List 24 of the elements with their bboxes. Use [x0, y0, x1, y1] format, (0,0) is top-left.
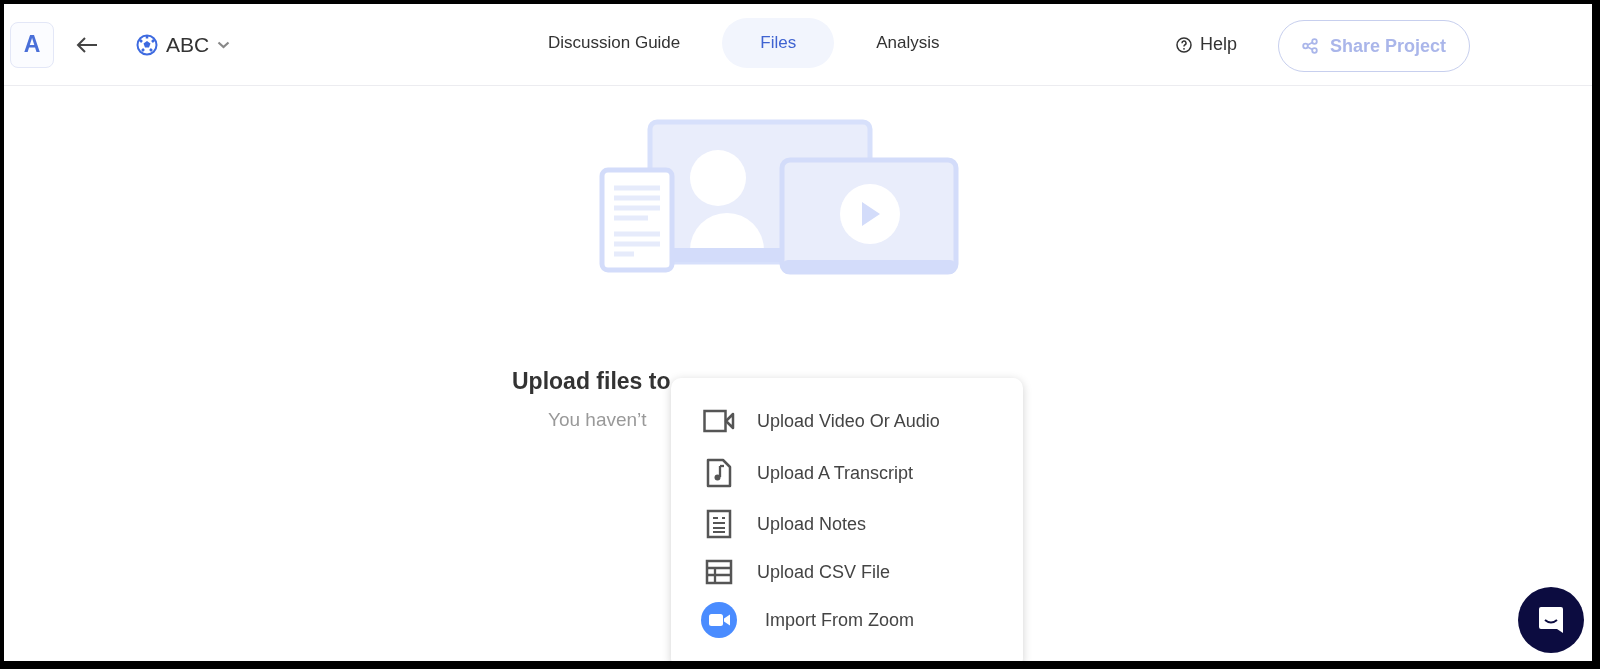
tab[interactable]: Files: [722, 18, 835, 68]
share-icon: [1301, 38, 1318, 54]
table-icon: [705, 559, 733, 585]
tab[interactable]: Analysis: [856, 18, 960, 68]
empty-state-subtitle: You haven’t: [548, 409, 647, 431]
empty-state-heading: Upload files to: [512, 368, 671, 395]
menu-item[interactable]: Import From Zoom: [699, 596, 915, 644]
menu-item[interactable]: Upload A Transcript: [699, 446, 914, 500]
menu-item[interactable]: Upload Notes: [699, 500, 867, 548]
music-file-icon: [706, 458, 732, 488]
chat-icon: [1537, 605, 1565, 635]
video-camera-icon: [703, 409, 735, 433]
logo[interactable]: A: [10, 21, 54, 68]
soccer-ball-icon: [136, 33, 158, 56]
chevron-down-icon[interactable]: [217, 40, 231, 49]
back-arrow-icon[interactable]: [76, 35, 98, 54]
tab[interactable]: Discussion Guide: [528, 18, 701, 68]
menu-item[interactable]: Upload Video Or Audio: [699, 396, 940, 446]
zoom-camera-icon: [701, 602, 737, 638]
help-icon: [1176, 36, 1192, 53]
menu-item[interactable]: Upload CSV File: [699, 548, 891, 596]
help-link[interactable]: Help: [1176, 34, 1238, 55]
project-name[interactable]: ABC: [166, 32, 210, 57]
notes-icon: [706, 509, 732, 539]
